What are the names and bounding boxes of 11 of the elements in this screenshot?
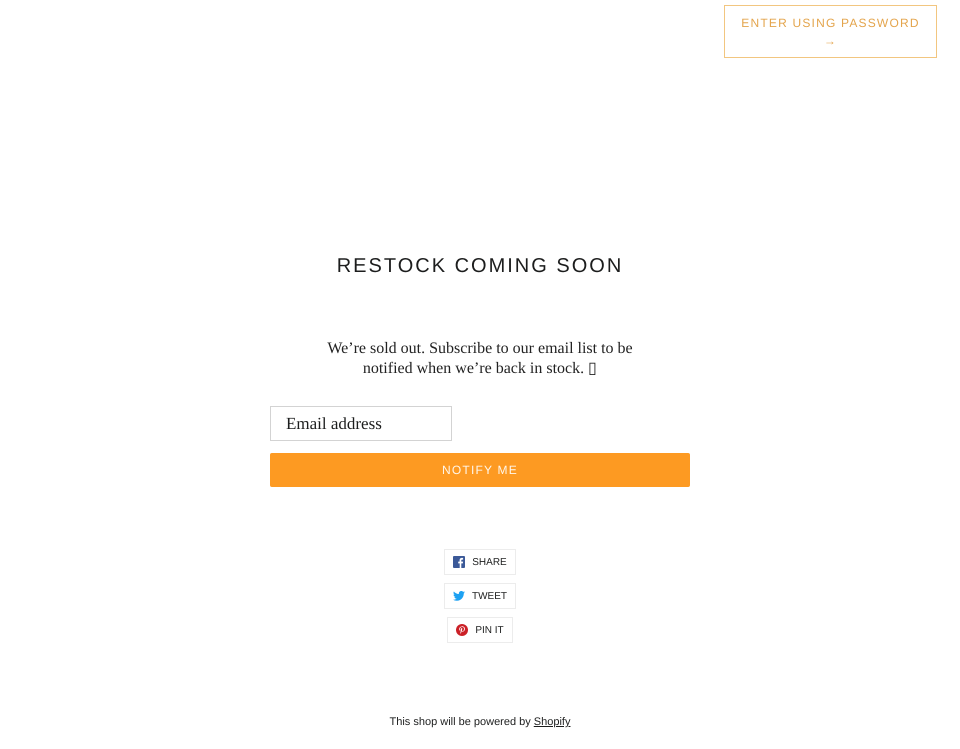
bird-icon — [453, 591, 465, 601]
page-heading: RESTOCK COMING SOON — [336, 254, 624, 279]
shopify-link[interactable]: Shopify — [534, 715, 570, 729]
tweet-button[interactable]: TWEET — [444, 583, 516, 609]
pin-it-button[interactable]: PIN IT — [447, 617, 513, 643]
stock-message: We’re sold out. Subscribe to our email list to be notified when we’re back in stock. ▯ — [326, 339, 634, 379]
pin-icon — [456, 624, 468, 636]
email-field[interactable]: Email address — [270, 406, 452, 441]
facebook-share-button[interactable]: SHARE — [444, 549, 516, 575]
footer-text: This shop will be powered by — [390, 715, 531, 729]
facebook-icon — [453, 556, 466, 568]
